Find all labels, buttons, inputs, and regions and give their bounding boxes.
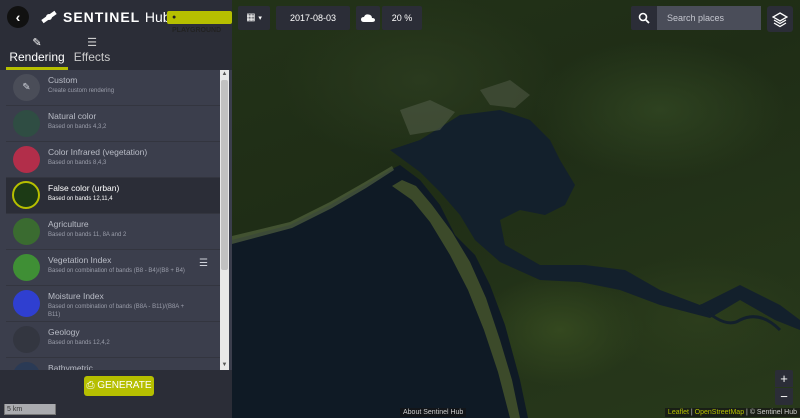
layer-item[interactable]: Moisture Index Based on combination of ba… xyxy=(6,286,220,322)
about-link[interactable]: About Sentinel Hub xyxy=(400,408,467,417)
playground-badge: ● PLAYGROUND xyxy=(167,11,232,34)
back-button[interactable]: ‹ xyxy=(7,6,29,28)
layer-thumbnail xyxy=(13,218,40,245)
brush-icon: ✎ xyxy=(32,37,42,49)
caret-down-icon: ▾ xyxy=(258,15,262,22)
layers-button[interactable] xyxy=(767,6,793,32)
layer-thumbnail xyxy=(13,110,40,137)
layer-thumbnail xyxy=(13,254,40,281)
printer-icon: ⎙ xyxy=(86,380,95,391)
zoom-in-button[interactable]: + xyxy=(775,370,793,387)
scroll-down-icon[interactable]: ▼ xyxy=(220,361,229,370)
layer-item[interactable]: Color Infrared (vegetation) Based on band… xyxy=(6,142,220,178)
date-display[interactable]: 2017-08-03 xyxy=(276,6,350,30)
layer-item[interactable]: ✎ Custom Create custom rendering xyxy=(6,70,220,106)
layer-description: Based on bands 11, 8A and 2 xyxy=(48,232,127,238)
layer-name: Agriculture xyxy=(48,219,89,229)
layer-name: Natural color xyxy=(48,111,97,121)
layer-thumbnail xyxy=(13,290,40,317)
layer-item[interactable]: Agriculture Based on bands 11, 8A and 2 xyxy=(6,214,220,250)
scale-bar: 5 km xyxy=(4,404,56,415)
layer-item[interactable]: Vegetation Index Based on combination of … xyxy=(6,250,220,286)
tab-rendering[interactable]: ✎ Rendering xyxy=(6,34,68,70)
zoom-out-button[interactable]: − xyxy=(775,388,793,405)
layer-name: Custom xyxy=(48,75,78,85)
scroll-thumb[interactable] xyxy=(221,80,228,270)
legend-list-icon[interactable]: ☰ xyxy=(199,258,208,269)
cloud-icon xyxy=(361,14,375,22)
panel-tabs: ✎ Rendering ☰ Effects xyxy=(0,34,232,70)
sliders-icon: ☰ xyxy=(87,37,97,49)
layer-description: Based on bands 12,4,2 xyxy=(48,340,110,346)
calendar-icon: ▦ xyxy=(246,12,256,23)
chevron-left-icon: ‹ xyxy=(15,9,21,25)
layer-item[interactable]: Geology Based on bands 12,4,2 xyxy=(6,322,220,358)
satellite-logo-icon xyxy=(41,10,57,24)
layer-thumbnail xyxy=(13,326,40,353)
map-attribution: Leaflet | OpenStreetMap | © Sentinel Hub xyxy=(664,408,800,417)
layer-name: Moisture Index xyxy=(48,291,104,301)
panel-header: ‹ SENTINEL Hub ● PLAYGROUND xyxy=(0,0,232,34)
tab-rendering-label: Rendering xyxy=(9,50,65,64)
layer-item[interactable]: False color (urban) Based on bands 12,11,… xyxy=(6,178,220,214)
layer-name: Bathymetric xyxy=(48,363,93,370)
layer-name: False color (urban) xyxy=(48,183,120,193)
layers-icon xyxy=(771,12,789,28)
calendar-button[interactable]: ▦ ▾ xyxy=(238,6,270,30)
search-button[interactable] xyxy=(631,6,657,30)
layer-name: Geology xyxy=(48,327,80,337)
brand-name: SENTINEL xyxy=(63,9,140,25)
layer-thumbnail xyxy=(13,362,40,370)
layer-thumbnail xyxy=(12,181,40,209)
cloud-coverage-value[interactable]: 20 % xyxy=(382,6,422,30)
layer-thumbnail xyxy=(13,146,40,173)
pencil-icon: ✎ xyxy=(22,82,31,93)
layer-item[interactable]: Bathymetric xyxy=(6,358,220,370)
side-panel: ‹ SENTINEL Hub ● PLAYGROUND ✎ Rendering … xyxy=(0,0,232,418)
generate-label: GENERATE xyxy=(97,380,152,391)
badge-label: PLAYGROUND xyxy=(172,27,222,34)
osm-link[interactable]: OpenStreetMap xyxy=(695,409,744,416)
layer-description: Based on bands 12,11,4 xyxy=(48,196,113,202)
layer-name: Color Infrared (vegetation) xyxy=(48,147,148,157)
layer-item[interactable]: Natural color Based on bands 4,3,2 xyxy=(6,106,220,142)
layer-thumbnail: ✎ xyxy=(13,74,40,101)
layer-description: Create custom rendering xyxy=(48,88,115,94)
cloud-coverage-button[interactable] xyxy=(356,6,380,30)
tab-effects-label: Effects xyxy=(73,50,111,64)
layer-description: Based on bands 4,3,2 xyxy=(48,124,107,130)
brand-title: SENTINEL Hub xyxy=(63,9,171,25)
scroll-up-icon[interactable]: ▲ xyxy=(220,70,229,79)
layer-description: Based on combination of bands (B8 - B4)/… xyxy=(48,268,185,274)
generate-button[interactable]: ⎙ GENERATE xyxy=(84,376,154,396)
layer-name: Vegetation Index xyxy=(48,255,112,265)
search-input[interactable] xyxy=(657,6,761,30)
search-icon xyxy=(638,12,650,24)
sentinel-hub-credit: © Sentinel Hub xyxy=(749,409,797,416)
tab-effects[interactable]: ☰ Effects xyxy=(72,34,112,70)
layer-description: Based on combination of bands (B8A - B11… xyxy=(48,304,185,318)
layer-list-scrollbar[interactable]: ▲ ▼ xyxy=(220,70,229,370)
layer-description: Based on bands 8,4,3 xyxy=(48,160,107,166)
leaflet-link[interactable]: Leaflet xyxy=(668,409,689,416)
layer-list[interactable]: ✎ Custom Create custom rendering Natural co… xyxy=(6,70,220,370)
